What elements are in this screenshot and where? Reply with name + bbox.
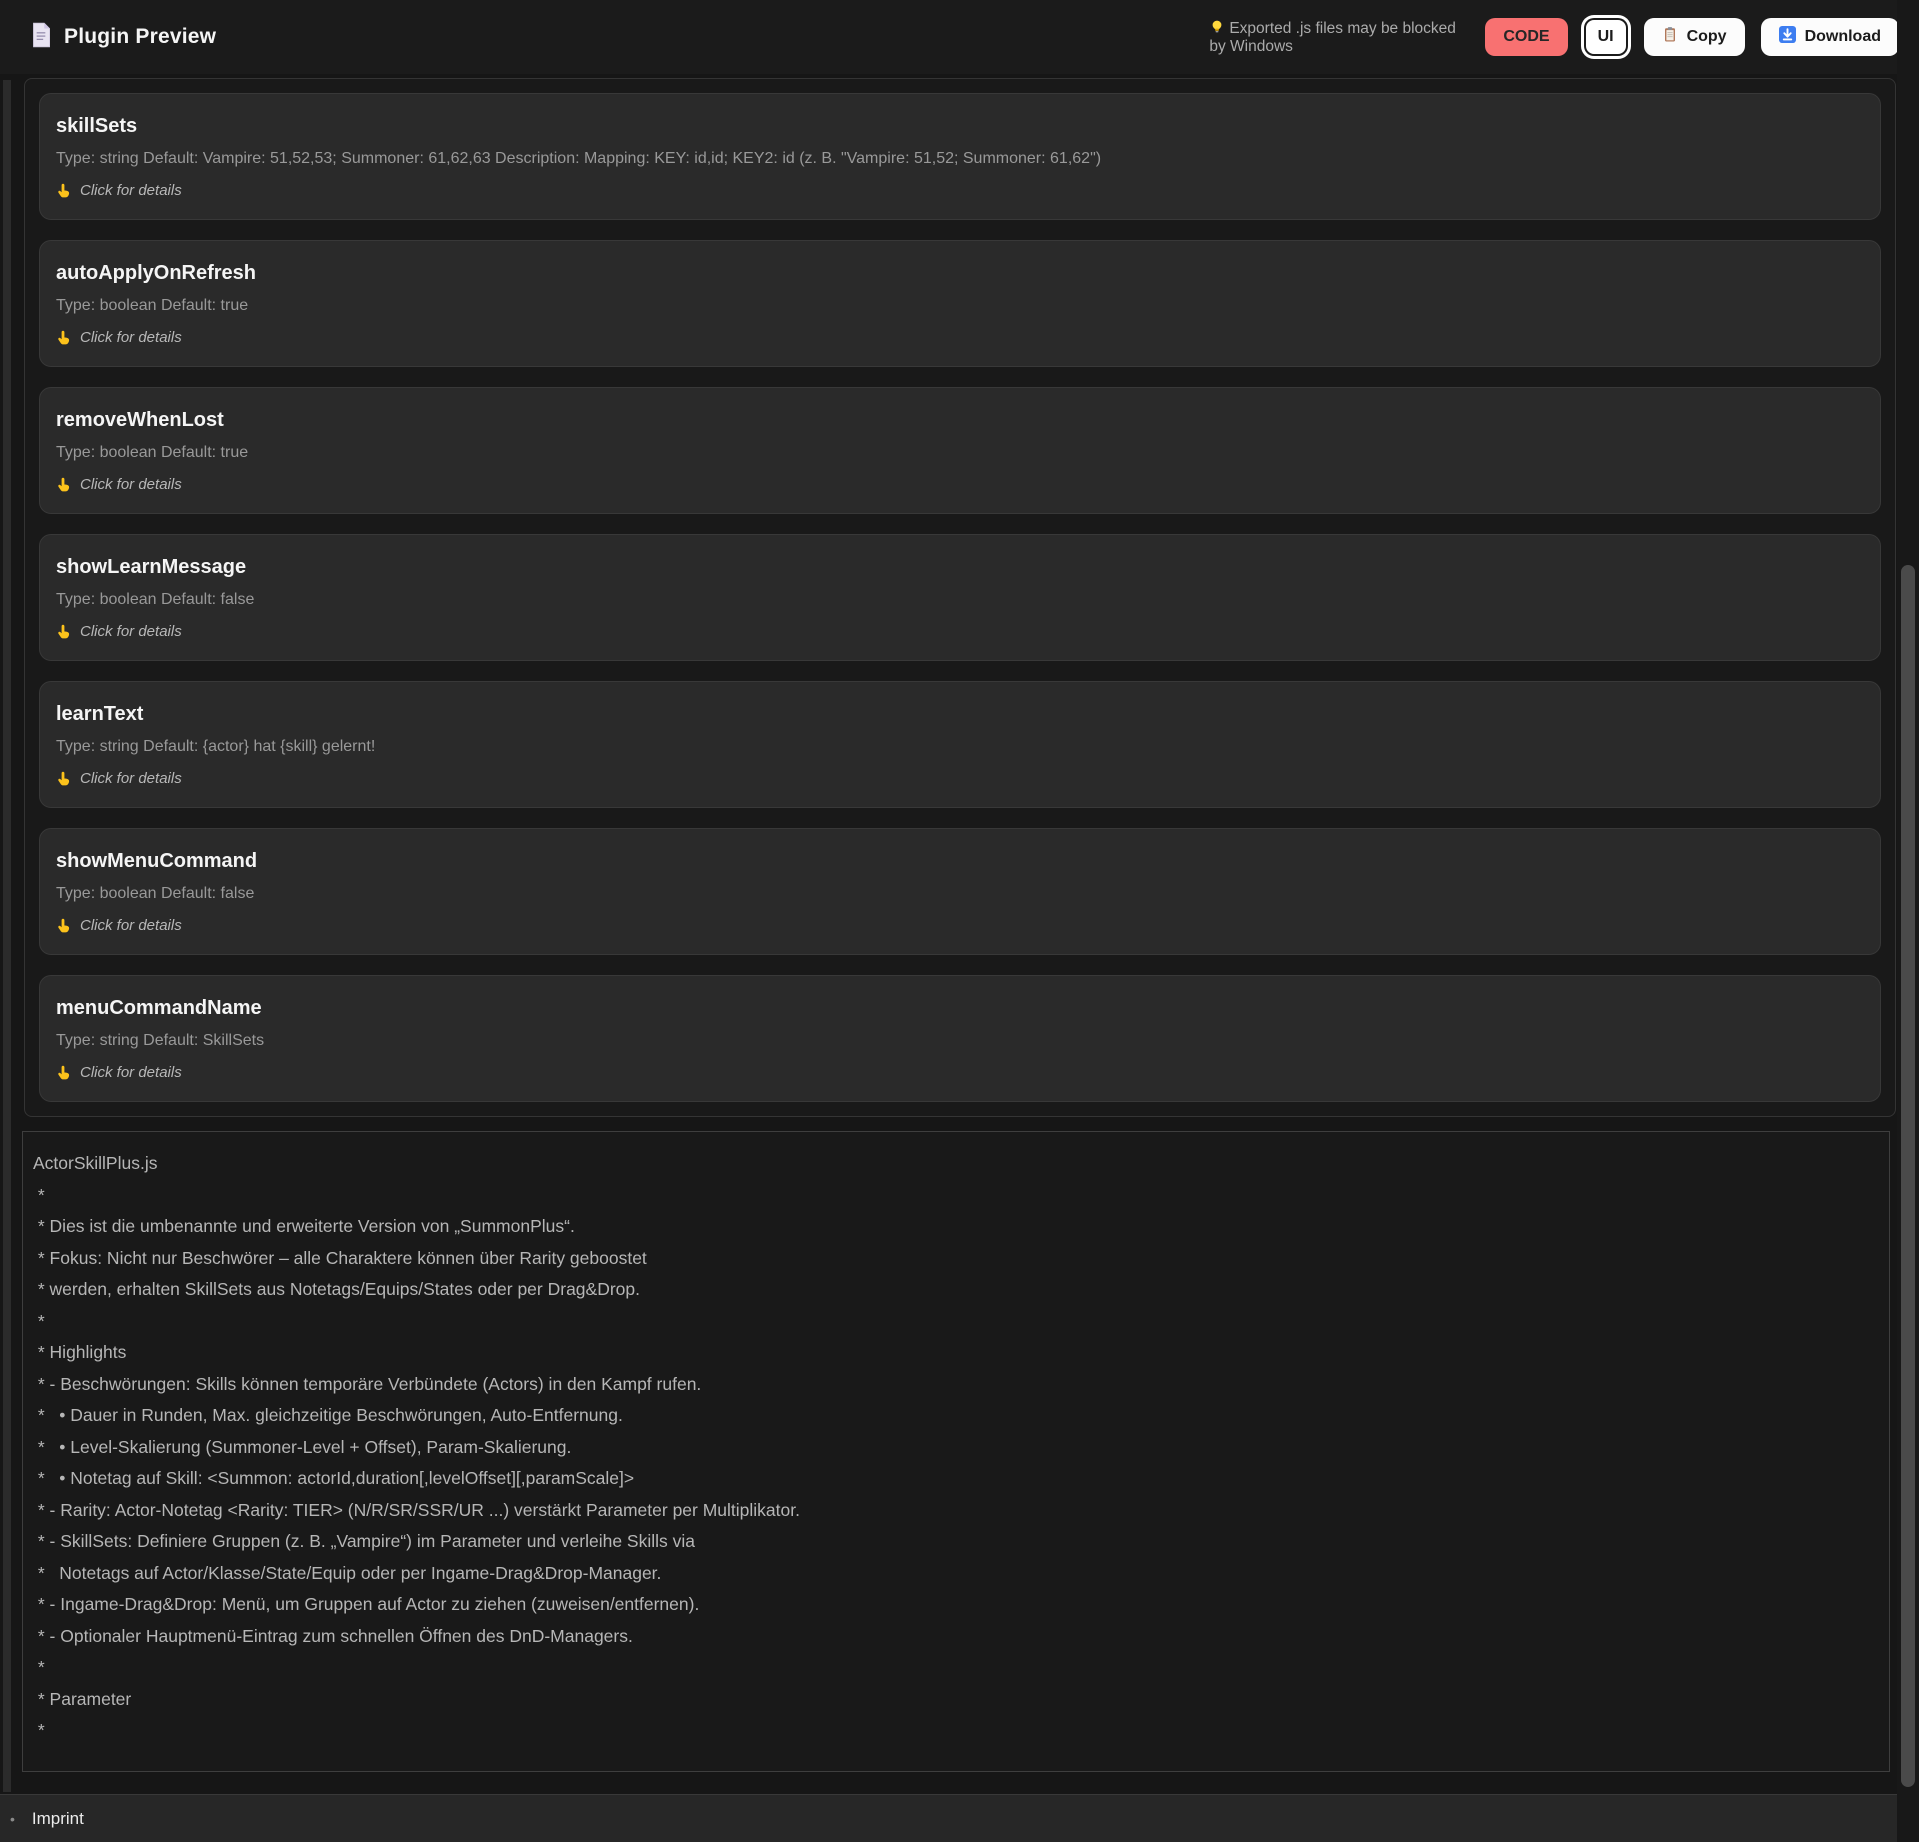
download-icon [1778, 26, 1796, 48]
parameter-details[interactable]: Click for details [56, 476, 1862, 493]
parameter-list: skillSets Type: string Default: Vampire:… [39, 93, 1881, 1102]
finger-up-icon [58, 330, 70, 345]
finger-up-icon [58, 918, 70, 933]
parameter-details[interactable]: Click for details [56, 623, 1862, 640]
parameter-details-label: Click for details [80, 770, 182, 787]
parameter-details-label: Click for details [80, 476, 182, 493]
finger-up-icon [58, 183, 70, 198]
parameter-meta: Type: string Default: Vampire: 51,52,53;… [56, 150, 1102, 167]
parameter-details-label: Click for details [80, 1064, 182, 1081]
export-warning-text: Exported .js files may be blocked by Win… [1209, 19, 1456, 55]
copy-button[interactable]: Copy [1643, 18, 1745, 56]
finger-up-icon [58, 477, 70, 492]
page-title: Plugin Preview [64, 25, 217, 48]
parameter-card[interactable]: learnText Type: string Default: {actor} … [39, 681, 1881, 808]
parameter-meta: Type: string Default: SkillSets [56, 1032, 265, 1049]
parameter-meta: Type: boolean Default: true [56, 297, 249, 314]
parameter-card[interactable]: autoApplyOnRefresh Type: boolean Default… [39, 240, 1881, 367]
parameter-details-label: Click for details [80, 917, 182, 934]
parameter-name: showLearnMessage [56, 556, 247, 578]
code-text: ActorSkillPlus.js * * Dies ist die umben… [33, 1153, 800, 1740]
finger-up-icon [58, 1065, 70, 1080]
code-button[interactable]: CODE [1485, 18, 1568, 56]
parameter-card[interactable]: showLearnMessage Type: boolean Default: … [39, 534, 1881, 661]
parameter-name: learnText [56, 703, 144, 725]
finger-up-icon [58, 624, 70, 639]
parameters-panel: skillSets Type: string Default: Vampire:… [24, 78, 1896, 1117]
document-icon [30, 22, 52, 53]
parameter-name: menuCommandName [56, 997, 262, 1019]
scrollbar-track [1897, 0, 1919, 1842]
download-button-label: Download [1804, 28, 1881, 45]
parameter-meta: Type: boolean Default: false [56, 885, 255, 902]
parameter-details[interactable]: Click for details [56, 917, 1862, 934]
footer-bullet: • [10, 1810, 15, 1827]
parameter-meta: Type: string Default: {actor} hat {skill… [56, 738, 376, 755]
parameter-details-label: Click for details [80, 623, 182, 640]
parameter-details-label: Click for details [80, 182, 182, 199]
download-button[interactable]: Download [1760, 18, 1899, 56]
clipboard-icon [1662, 26, 1678, 48]
export-warning: Exported .js files may be blocked by Win… [1209, 19, 1469, 56]
copy-button-label: Copy [1686, 28, 1727, 45]
footer-bar: • Imprint [0, 1794, 1919, 1842]
finger-up-icon [58, 771, 70, 786]
header-actions: Exported .js files may be blocked by Win… [1209, 18, 1899, 56]
parameter-details[interactable]: Click for details [56, 329, 1862, 346]
parameter-card[interactable]: skillSets Type: string Default: Vampire:… [39, 93, 1881, 220]
parameter-meta: Type: boolean Default: false [56, 591, 255, 608]
parameter-name: autoApplyOnRefresh [56, 262, 257, 284]
left-edge-strip [3, 80, 11, 1792]
code-panel: ActorSkillPlus.js * * Dies ist die umben… [22, 1131, 1890, 1772]
ui-button[interactable]: UI [1583, 18, 1628, 56]
parameter-name: skillSets [56, 115, 138, 137]
scrollbar-thumb[interactable] [1901, 565, 1915, 1787]
parameter-name: removeWhenLost [56, 409, 224, 431]
imprint-link[interactable]: Imprint [32, 1809, 84, 1829]
parameter-details[interactable]: Click for details [56, 182, 1862, 199]
parameter-meta: Type: boolean Default: true [56, 444, 249, 461]
parameter-card[interactable]: removeWhenLost Type: boolean Default: tr… [39, 387, 1881, 514]
parameter-details[interactable]: Click for details [56, 770, 1862, 787]
parameter-details[interactable]: Click for details [56, 1064, 1862, 1081]
parameter-card[interactable]: showMenuCommand Type: boolean Default: f… [39, 828, 1881, 955]
header-bar: Plugin Preview Exported .js files may be… [0, 0, 1919, 74]
parameter-details-label: Click for details [80, 329, 182, 346]
lightbulb-icon [1212, 20, 1222, 33]
parameter-name: showMenuCommand [56, 850, 258, 872]
title-group: Plugin Preview [30, 22, 216, 53]
parameter-card[interactable]: menuCommandName Type: string Default: Sk… [39, 975, 1881, 1102]
